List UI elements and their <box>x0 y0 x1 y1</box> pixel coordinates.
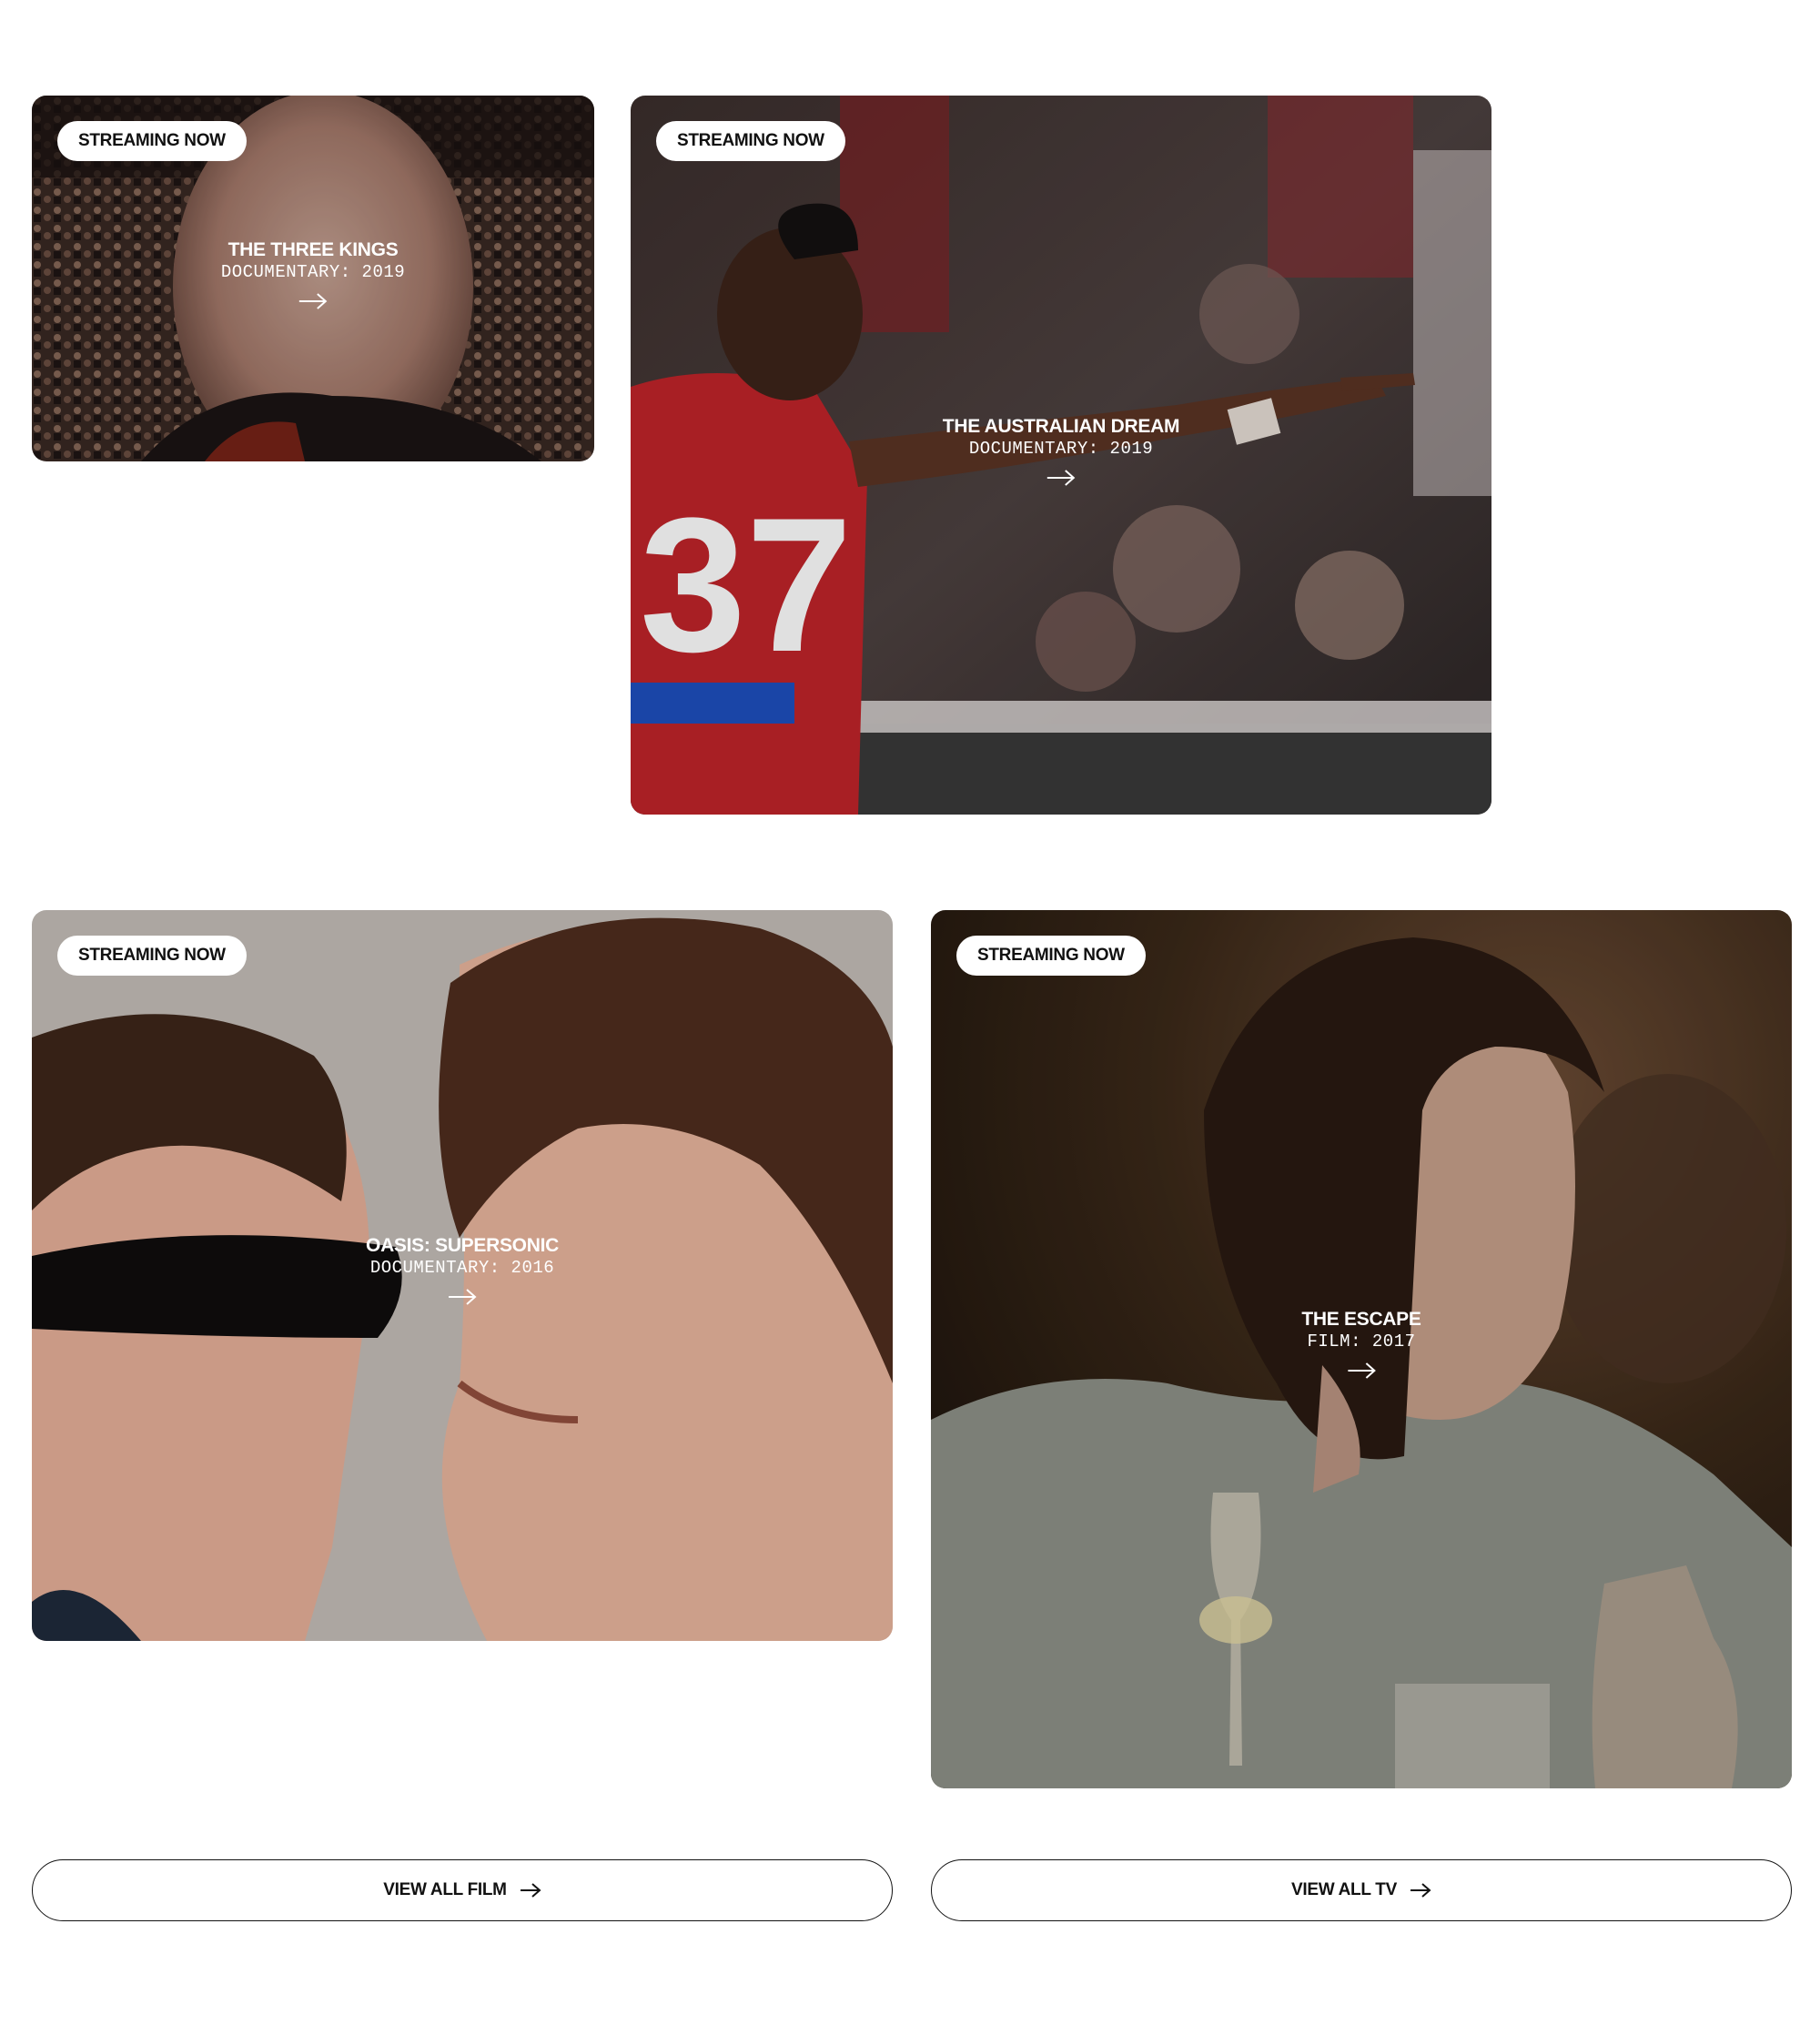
card-title: THE ESCAPE <box>1301 1309 1421 1330</box>
streaming-now-badge: STREAMING NOW <box>956 936 1146 976</box>
card-caption: THE ESCAPE FILM: 2017 <box>1301 1309 1421 1380</box>
card-the-escape[interactable]: STREAMING NOW THE ESCAPE FILM: 2017 <box>931 910 1792 1788</box>
arrow-right-icon <box>449 1289 477 1305</box>
card-title: OASIS: SUPERSONIC <box>366 1235 559 1256</box>
card-meta: FILM: 2017 <box>1307 1331 1416 1352</box>
card-the-three-kings[interactable]: STREAMING NOW THE THREE KINGS DOCUMENTAR… <box>32 96 594 461</box>
card-meta: DOCUMENTARY: 2019 <box>968 439 1154 459</box>
view-all-tv-label: VIEW ALL TV <box>1291 1880 1397 1899</box>
card-title: THE THREE KINGS <box>228 239 399 260</box>
view-all-tv-button[interactable]: VIEW ALL TV <box>931 1859 1792 1921</box>
card-oasis-supersonic[interactable]: STREAMING NOW OASIS: SUPERSONIC DOCUMENT… <box>32 910 893 1641</box>
card-title: THE AUSTRALIAN DREAM <box>942 416 1180 437</box>
view-all-film-button[interactable]: VIEW ALL FILM <box>32 1859 893 1921</box>
arrow-right-icon <box>1046 470 1076 486</box>
card-caption: OASIS: SUPERSONIC DOCUMENTARY: 2016 <box>366 1235 559 1306</box>
streaming-now-badge: STREAMING NOW <box>656 121 845 161</box>
card-caption: THE THREE KINGS DOCUMENTARY: 2019 <box>221 239 405 310</box>
card-the-australian-dream[interactable]: 37 STREAMING NOW THE AUSTRALIAN DREAM DO… <box>631 96 1491 815</box>
arrow-right-icon <box>1410 1883 1431 1898</box>
view-all-film-label: VIEW ALL FILM <box>383 1880 507 1899</box>
arrow-right-icon <box>1347 1362 1376 1379</box>
arrow-right-icon <box>299 293 328 309</box>
card-caption: THE AUSTRALIAN DREAM DOCUMENTARY: 2019 <box>943 416 1179 487</box>
card-meta: DOCUMENTARY: 2019 <box>220 262 406 282</box>
arrow-right-icon <box>520 1883 541 1898</box>
card-meta: DOCUMENTARY: 2016 <box>369 1258 555 1278</box>
streaming-now-badge: STREAMING NOW <box>57 121 247 161</box>
streaming-now-badge: STREAMING NOW <box>57 936 247 976</box>
